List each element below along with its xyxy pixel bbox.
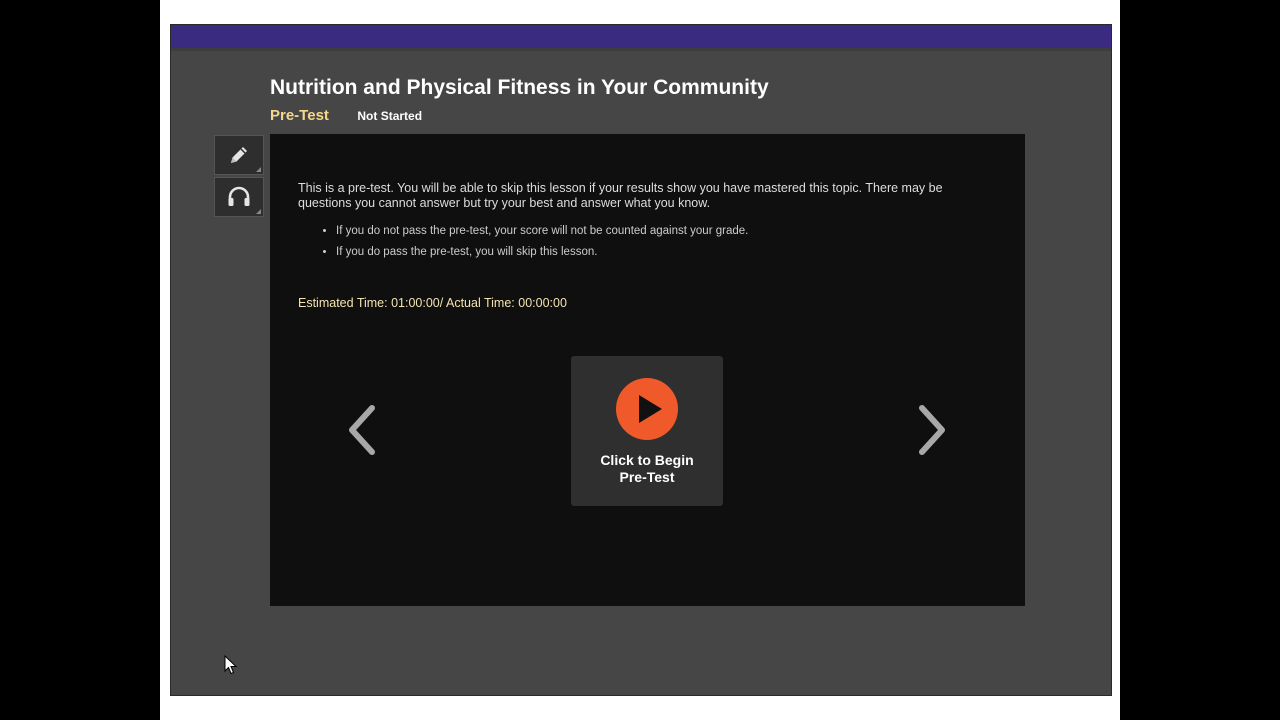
tool-menu-corner: [256, 209, 261, 214]
activity-name: Pre-Test: [270, 107, 329, 124]
activity-header: Pre-Test Not Started: [270, 107, 422, 125]
top-bar: [171, 25, 1111, 48]
begin-pretest-button[interactable]: Click to Begin Pre-Test: [571, 356, 723, 506]
mouse-cursor-icon: [224, 655, 238, 675]
lesson-title: Nutrition and Physical Fitness in Your C…: [270, 76, 769, 99]
list-item: If you do pass the pre-test, you will sk…: [336, 245, 986, 259]
lesson-window: Nutrition and Physical Fitness in Your C…: [170, 24, 1112, 696]
activity-status: Not Started: [357, 109, 423, 123]
content-panel: This is a pre-test. You will be able to …: [270, 134, 1025, 606]
headphones-icon: [228, 186, 250, 206]
audio-tool-button[interactable]: [214, 177, 264, 217]
rules-list: If you do not pass the pre-test, your sc…: [298, 224, 986, 266]
list-item: If you do not pass the pre-test, your sc…: [336, 224, 986, 238]
pencil-icon: [231, 147, 247, 163]
top-bar-divider: [171, 48, 1111, 51]
time-display: Estimated Time: 01:00:00/ Actual Time: 0…: [298, 296, 567, 310]
begin-label: Click to Begin Pre-Test: [600, 452, 694, 485]
intro-text: This is a pre-test. You will be able to …: [298, 181, 943, 210]
previous-arrow-icon[interactable]: [344, 404, 380, 456]
play-icon: [616, 378, 678, 440]
pencil-tool-button[interactable]: [214, 135, 264, 175]
next-arrow-icon[interactable]: [914, 404, 950, 456]
tool-menu-corner: [256, 167, 261, 172]
